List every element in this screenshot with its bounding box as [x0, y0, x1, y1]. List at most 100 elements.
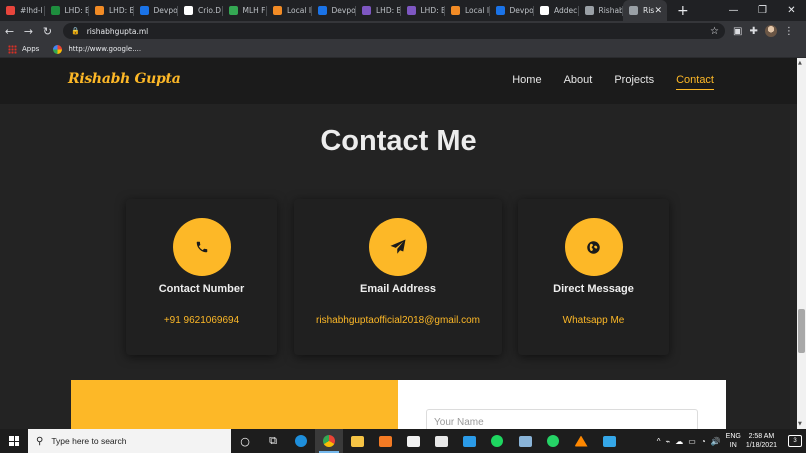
name-input[interactable]	[426, 409, 698, 429]
taskbar-file-explorer[interactable]	[343, 429, 371, 453]
extension-icon[interactable]: ▣	[733, 26, 742, 37]
battery-icon[interactable]: ▭	[688, 437, 696, 446]
minimize-button[interactable]: —	[719, 0, 748, 21]
notification-center-button[interactable]: 3	[788, 435, 802, 447]
spotify-icon	[491, 435, 503, 447]
profile-avatar[interactable]	[764, 25, 777, 37]
back-button[interactable]: ←	[0, 21, 19, 41]
tab-favicon-icon	[451, 6, 460, 15]
cloud-icon[interactable]: ☁	[675, 437, 683, 446]
taskbar-photos[interactable]	[511, 429, 539, 453]
page-scrollbar[interactable]: ▲ ▼	[797, 58, 806, 429]
arrow-right-icon: →	[23, 24, 34, 38]
bookmark-star-icon[interactable]: ☆	[710, 26, 719, 37]
page-viewport: Rishabh Gupta Home About Projects Contac…	[0, 58, 797, 429]
scroll-up-icon[interactable]: ▲	[798, 60, 802, 66]
taskbar-spotify[interactable]	[483, 429, 511, 453]
card-title: Direct Message	[553, 283, 634, 295]
taskbar-snip[interactable]	[595, 429, 623, 453]
tab-favicon-icon	[540, 6, 549, 15]
browser-tab[interactable]: Devpo	[134, 0, 179, 21]
tab-favicon-icon	[584, 6, 594, 15]
taskbar-sublime[interactable]	[371, 429, 399, 453]
nav-projects[interactable]: Projects	[614, 74, 654, 90]
email-address-card: Email Address rishabhguptaofficial2018@g…	[294, 199, 502, 355]
email-link[interactable]: rishabhguptaofficial2018@gmail.com	[294, 315, 502, 326]
tab-favicon-icon	[317, 6, 327, 15]
taskbar-store[interactable]	[399, 429, 427, 453]
browser-tab[interactable]: Local I	[445, 0, 490, 21]
tab-label: Crio.D	[198, 6, 222, 15]
new-tab-button[interactable]: +	[667, 0, 699, 21]
taskbar-whatsapp[interactable]	[539, 429, 567, 453]
bookmark-google[interactable]: http://www.google....	[53, 44, 141, 54]
address-bar[interactable]: 🔒 rishabhgupta.ml ☆	[63, 23, 725, 39]
tab-active[interactable]: Ris ✕	[623, 0, 667, 21]
nav-about[interactable]: About	[564, 74, 593, 90]
tab-label: Rishab	[598, 6, 624, 15]
browser-tab[interactable]: MLH F	[223, 0, 268, 21]
browser-tab[interactable]: Crio.D	[178, 0, 223, 21]
clock[interactable]: 2:58 AM 1/18/2021	[746, 432, 777, 450]
chevron-up-icon[interactable]: ^	[657, 437, 661, 446]
taskbar-vscode[interactable]	[455, 429, 483, 453]
tab-label: MLH F	[242, 6, 266, 15]
tab-favicon-icon	[362, 6, 371, 15]
browser-tab[interactable]: Addec	[534, 0, 579, 21]
globe-icon	[564, 218, 623, 276]
form-accent-panel	[71, 380, 398, 429]
contact-form-section	[71, 380, 726, 429]
browser-tab[interactable]: Devpo	[312, 0, 357, 21]
menu-dots-icon[interactable]: ⋮	[784, 26, 794, 37]
vscode-icon	[462, 435, 476, 447]
taskbar-search[interactable]: ⚲ Type here to search	[28, 429, 231, 453]
tab-favicon-icon	[273, 6, 282, 15]
close-window-button[interactable]: ✕	[777, 0, 806, 21]
reload-button[interactable]: ↻	[38, 21, 57, 41]
search-icon: ⚲	[36, 435, 44, 447]
maximize-button[interactable]: ❐	[748, 0, 777, 21]
taskbar-mail[interactable]	[427, 429, 455, 453]
volume-icon[interactable]: 🔊	[711, 437, 721, 446]
whatsapp-link[interactable]: Whatsapp Me	[518, 315, 669, 326]
wifi-icon[interactable]: ◔	[701, 437, 706, 446]
forward-button[interactable]: →	[19, 21, 38, 41]
browser-tab[interactable]: LHD: B	[89, 0, 134, 21]
taskbar-chrome[interactable]	[315, 429, 343, 453]
usb-icon[interactable]: ⌁	[665, 437, 670, 446]
puzzle-extensions-icon[interactable]: ✚	[749, 26, 757, 37]
nav-home[interactable]: Home	[512, 74, 541, 90]
taskbar-vlc[interactable]	[567, 429, 595, 453]
browser-toolbar: ← → ↻ 🔒 rishabhgupta.ml ☆ ▣ ✚ ⋮	[0, 21, 806, 41]
language-indicator[interactable]: ENG IN	[726, 432, 741, 450]
cortana-button[interactable]: ○	[231, 429, 259, 453]
tab-favicon-icon	[629, 6, 638, 15]
bookmark-apps[interactable]: Apps	[8, 44, 39, 54]
tab-label: LHD: B	[64, 6, 90, 15]
phone-number-link[interactable]: +91 9621069694	[126, 315, 277, 326]
browser-tab[interactable]: Devpo	[490, 0, 535, 21]
browser-tab[interactable]: #lhd-l	[0, 0, 45, 21]
url-text: rishabhgupta.ml	[86, 26, 149, 36]
site-logo[interactable]: Rishabh Gupta	[68, 71, 181, 87]
apps-grid-icon	[8, 44, 17, 54]
taskbar-edge[interactable]	[287, 429, 315, 453]
task-view-button[interactable]: ⧉	[259, 429, 287, 453]
browser-tab[interactable]: Rishab	[579, 0, 624, 21]
tab-favicon-icon	[495, 6, 505, 15]
tab-favicon-icon	[406, 6, 416, 15]
close-tab-icon[interactable]: ✕	[654, 6, 662, 16]
scrollbar-thumb[interactable]	[798, 309, 805, 353]
window-controls: — ❐ ✕	[719, 0, 806, 21]
section-title: Contact Me	[320, 125, 477, 157]
browser-tab[interactable]: LHD: B	[356, 0, 401, 21]
browser-tab[interactable]: Local I	[267, 0, 312, 21]
browser-tab[interactable]: LHD: B	[401, 0, 445, 21]
scroll-down-icon[interactable]: ▼	[798, 421, 802, 427]
card-title: Email Address	[359, 283, 436, 295]
browser-tab[interactable]: LHD: B	[45, 0, 90, 21]
nav-contact[interactable]: Contact	[676, 74, 714, 90]
start-button[interactable]	[0, 429, 28, 453]
photos-icon	[518, 435, 532, 447]
tab-label: LHD: B	[376, 6, 401, 15]
